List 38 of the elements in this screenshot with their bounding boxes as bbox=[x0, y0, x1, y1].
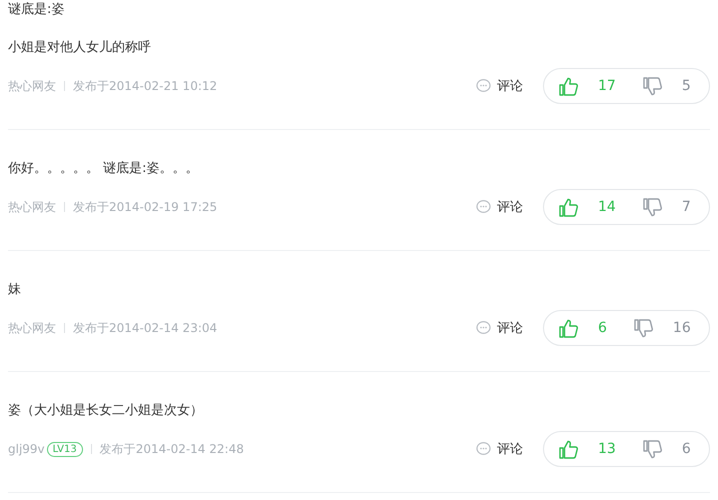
speech-bubble-icon bbox=[476, 200, 491, 214]
thumbs-down-icon bbox=[634, 318, 653, 338]
username[interactable]: 热心网友 bbox=[8, 78, 56, 94]
dislike-button[interactable]: 6 bbox=[642, 440, 691, 458]
thumbs-down-icon bbox=[642, 440, 662, 458]
comment-button[interactable]: 评论 bbox=[476, 440, 523, 458]
comment-button[interactable]: 评论 bbox=[476, 198, 523, 216]
thumbs-down-icon bbox=[642, 198, 662, 216]
username[interactable]: 热心网友 bbox=[8, 198, 56, 216]
username[interactable]: 热心网友 bbox=[8, 320, 56, 336]
comment-button[interactable]: 评论 bbox=[476, 77, 523, 95]
comment-button[interactable]: 评论 bbox=[476, 319, 523, 337]
answer-text: 妹 bbox=[8, 281, 22, 299]
thumbs-up-icon bbox=[559, 440, 578, 458]
answer-text: 姿（大小姐是长女二小姐是次女） bbox=[8, 402, 204, 420]
post-date: 发布于2014-02-14 22:48 bbox=[100, 440, 244, 458]
dislike-button[interactable]: 5 bbox=[642, 76, 691, 96]
thumbs-up-icon bbox=[559, 76, 578, 96]
post-date: 发布于2014-02-21 10:12 bbox=[73, 78, 218, 94]
like-button[interactable]: 6 bbox=[559, 318, 607, 338]
answer-text: 你好。。。。。 谜底是:姿。。。 bbox=[8, 160, 200, 178]
post-date: 发布于2014-02-14 23:04 bbox=[73, 320, 218, 336]
like-button[interactable]: 17 bbox=[559, 76, 616, 96]
speech-bubble-icon bbox=[476, 79, 491, 93]
username[interactable]: glj99v bbox=[8, 442, 45, 456]
thumbs-up-icon bbox=[559, 318, 578, 338]
answer-text: 小姐是对他人女儿的称呼 bbox=[8, 39, 152, 57]
like-button[interactable]: 13 bbox=[559, 440, 616, 458]
thumbs-up-icon bbox=[559, 198, 578, 216]
speech-bubble-icon bbox=[476, 442, 491, 456]
thumbs-down-icon bbox=[642, 76, 662, 96]
level-badge: LV13 bbox=[46, 442, 83, 456]
dislike-button[interactable]: 7 bbox=[642, 198, 691, 216]
like-button[interactable]: 14 bbox=[559, 198, 616, 216]
post-date: 发布于2014-02-19 17:25 bbox=[73, 198, 218, 216]
speech-bubble-icon bbox=[476, 321, 491, 335]
dislike-button[interactable]: 16 bbox=[634, 318, 691, 338]
answer-text: 谜底是:姿 bbox=[8, 1, 66, 19]
